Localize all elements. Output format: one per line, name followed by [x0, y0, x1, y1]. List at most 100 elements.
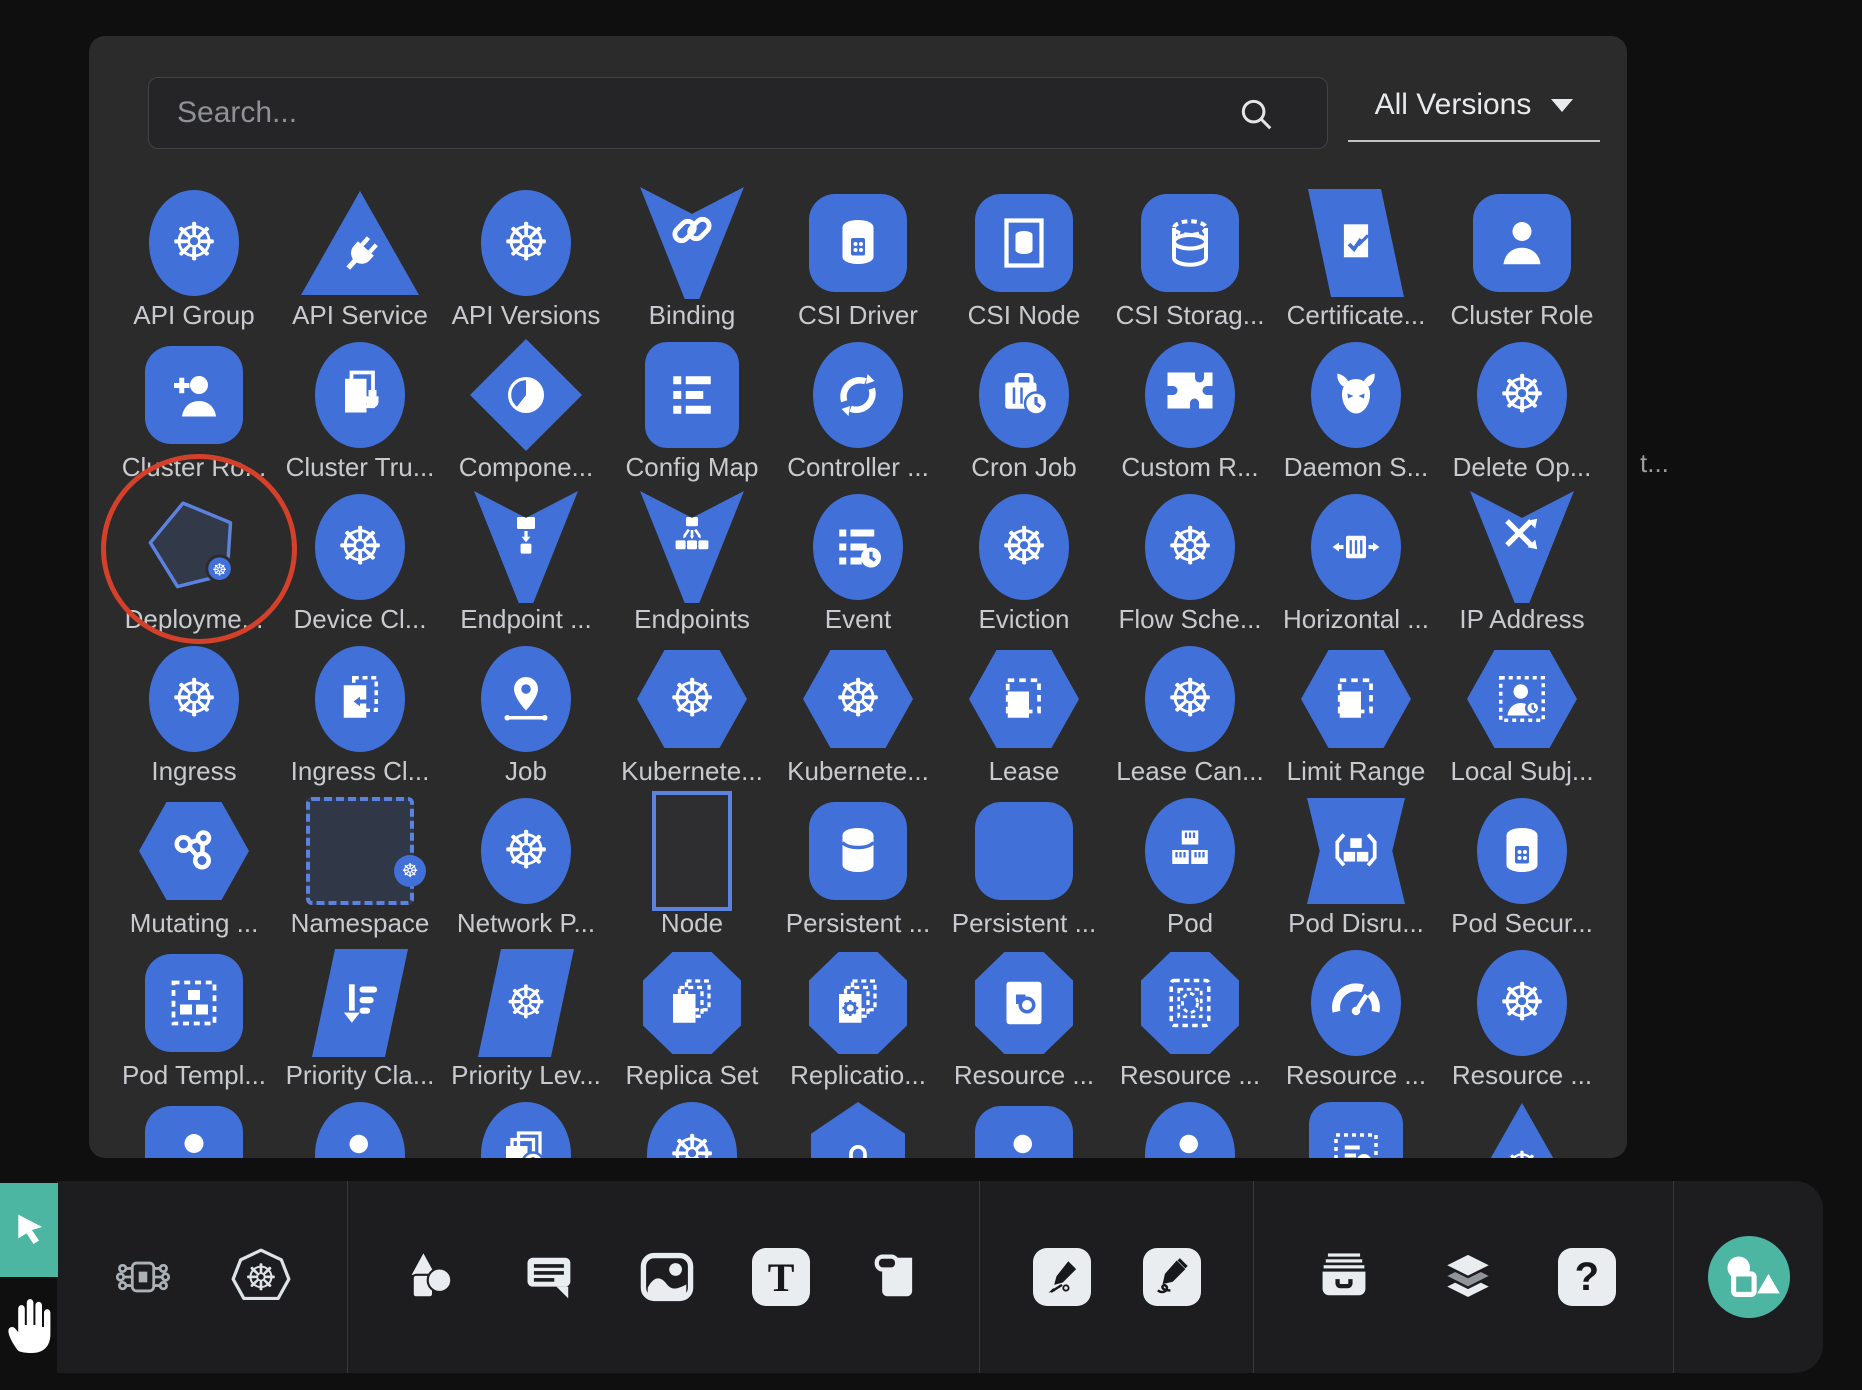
person-link-icon [315, 1102, 405, 1158]
grid-item-label: Local Subj... [1450, 756, 1593, 787]
grid-item-deployme[interactable]: ☸Deployme... [111, 492, 277, 644]
svg-text:☸: ☸ [212, 560, 227, 580]
doc-arrow-icon [315, 646, 405, 752]
grid-item-kubernete[interactable]: ☸Kubernete... [609, 644, 775, 796]
version-filter-dropdown[interactable]: All Versions [1348, 88, 1600, 142]
grid-item-label: Lease Can... [1116, 756, 1263, 787]
grid-item-custom-r[interactable]: Custom R... [1107, 340, 1273, 492]
grid-item-endpoint[interactable]: Endpoint ... [443, 492, 609, 644]
layers-icon[interactable] [1435, 1244, 1501, 1310]
grid-item-resource[interactable]: Resource ... [1107, 948, 1273, 1100]
hand-tool-button[interactable] [4, 1291, 52, 1355]
grid-item-pod-disru[interactable]: Pod Disru... [1273, 796, 1439, 948]
grid-item-device-cl[interactable]: ☸Device Cl... [277, 492, 443, 644]
grid-item-flow-sche[interactable]: ☸Flow Sche... [1107, 492, 1273, 644]
search-input[interactable] [149, 96, 1327, 130]
grid-item-partial[interactable] [277, 1100, 443, 1158]
grid-item-lease-can[interactable]: ☸ Lease Can... [1107, 644, 1273, 796]
help-icon[interactable]: ? [1558, 1248, 1616, 1306]
shapes-logo-button[interactable] [1708, 1236, 1790, 1318]
grid-item-label: CSI Node [968, 300, 1081, 331]
grid-item-label: Limit Range [1287, 756, 1426, 787]
grid-item-partial[interactable]: ☸ [1439, 1100, 1605, 1158]
grid-item-replica-set[interactable]: Replica Set [609, 948, 775, 1100]
grid-item-binding[interactable]: Binding [609, 188, 775, 340]
grid-item-api-versions[interactable]: ☸API Versions [443, 188, 609, 340]
grid-item-partial[interactable] [941, 1100, 1107, 1158]
shapes-icon[interactable] [399, 1244, 465, 1310]
grid-item-csi-driver[interactable]: CSI Driver [775, 188, 941, 340]
list-clock-icon [813, 494, 903, 600]
grid-item-endpoints[interactable]: Endpoints [609, 492, 775, 644]
grid-item-lease[interactable]: Lease [941, 644, 1107, 796]
grid-item-cluster-ro[interactable]: Cluster Ro... [111, 340, 277, 492]
pencil-draw-icon[interactable] [1143, 1248, 1201, 1306]
pen-connector-icon[interactable] [1033, 1248, 1091, 1306]
grid-item-persistent[interactable]: Persistent ... [775, 796, 941, 948]
grid-item-api-group[interactable]: ☸API Group [111, 188, 277, 340]
grid-item-pod-templ[interactable]: Pod Templ... [111, 948, 277, 1100]
pie-icon [470, 339, 582, 451]
note-icon[interactable] [862, 1244, 928, 1310]
grid-item-namespace[interactable]: ☸Namespace [277, 796, 443, 948]
kubernetes-icon[interactable]: ☸ [228, 1244, 294, 1310]
image-icon[interactable] [634, 1244, 700, 1310]
grid-item-delete-op[interactable]: ☸Delete Op... [1439, 340, 1605, 492]
grid-item-ingress[interactable]: ☸Ingress [111, 644, 277, 796]
grid-item-persistent[interactable]: Persistent ... [941, 796, 1107, 948]
grid-item-label: Delete Op... [1453, 452, 1592, 483]
comment-icon[interactable] [517, 1244, 583, 1310]
grid-item-label: Replicatio... [790, 1060, 926, 1091]
drawer-icon[interactable] [1311, 1244, 1377, 1310]
grid-item-controller[interactable]: Controller ... [775, 340, 941, 492]
grid-item-partial[interactable] [775, 1100, 941, 1158]
grid-item-pod-secur[interactable]: Pod Secur... [1439, 796, 1605, 948]
grid-item-cluster-role[interactable]: Cluster Role [1439, 188, 1605, 340]
grid-item-partial[interactable] [443, 1100, 609, 1158]
grid-item-partial[interactable] [111, 1100, 277, 1158]
grid-item-resource[interactable]: Resource ... [941, 948, 1107, 1100]
grid-item-eviction[interactable]: ☸Eviction [941, 492, 1107, 644]
grid-item-config-map[interactable]: Config Map [609, 340, 775, 492]
grid-item-label: CSI Storag... [1116, 300, 1265, 331]
grid-item-mutating[interactable]: Mutating ... [111, 796, 277, 948]
search-field[interactable] [148, 77, 1328, 149]
plug-icon [301, 191, 419, 295]
grid-item-csi-node[interactable]: CSI Node [941, 188, 1107, 340]
grid-item-network-p[interactable]: ☸Network P... [443, 796, 609, 948]
grid-item-limit-range[interactable]: Limit Range [1273, 644, 1439, 796]
grid-item-partial[interactable] [1107, 1100, 1273, 1158]
grid-item-resource[interactable]: ☸Resource ... [1439, 948, 1605, 1100]
grid-item-job[interactable]: Job [443, 644, 609, 796]
grid-item-horizontal[interactable]: Horizontal ... [1273, 492, 1439, 644]
grid-item-cluster-tru[interactable]: Cluster Tru... [277, 340, 443, 492]
grid-item-daemon-s[interactable]: Daemon S... [1273, 340, 1439, 492]
grid-item-priority-lev[interactable]: ☸Priority Lev... [443, 948, 609, 1100]
grid-item-api-service[interactable]: API Service [277, 188, 443, 340]
grid-item-priority-cla[interactable]: Priority Cla... [277, 948, 443, 1100]
grid-item-node[interactable]: Node [609, 796, 775, 948]
grid-item-label: Priority Lev... [451, 1060, 601, 1091]
containers-brackets-icon [1307, 798, 1405, 904]
grid-item-ingress-cl[interactable]: Ingress Cl... [277, 644, 443, 796]
grid-item-partial[interactable] [1273, 1100, 1439, 1158]
circuit-icon[interactable] [110, 1244, 176, 1310]
cylinder-outline-icon [1141, 194, 1239, 292]
grid-item-kubernete[interactable]: ☸Kubernete... [775, 644, 941, 796]
grid-item-replicatio[interactable]: Replicatio... [775, 948, 941, 1100]
k8s-wheel-icon: ☸ [1145, 646, 1235, 752]
grid-item-compone[interactable]: Compone... [443, 340, 609, 492]
grid-item-cron-job[interactable]: Cron Job [941, 340, 1107, 492]
grid-item-label: Network P... [457, 908, 595, 939]
grid-item-csi-storag[interactable]: CSI Storag... [1107, 188, 1273, 340]
grid-item-pod[interactable]: Pod [1107, 796, 1273, 948]
grid-item-event[interactable]: Event [775, 492, 941, 644]
text-tool-icon[interactable]: T [752, 1248, 810, 1306]
grid-item-local-subj[interactable]: Local Subj... [1439, 644, 1605, 796]
grid-item-certificate[interactable]: Certificate... [1273, 188, 1439, 340]
grid-item-ip-address[interactable]: IP Address [1439, 492, 1605, 644]
grid-item-resource[interactable]: Resource ... [1273, 948, 1439, 1100]
k8s-wheel-icon: ☸ [149, 646, 239, 752]
select-tool-button[interactable] [0, 1183, 58, 1277]
grid-item-partial[interactable]: ☸ [609, 1100, 775, 1158]
